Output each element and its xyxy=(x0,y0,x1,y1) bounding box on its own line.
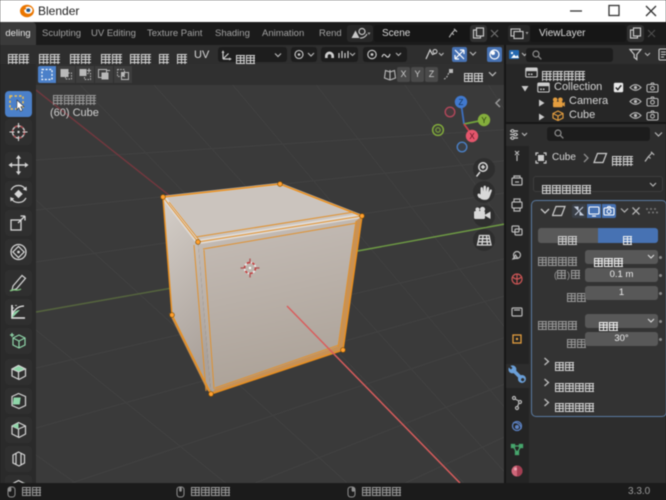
svg-text:Y: Y xyxy=(481,116,487,125)
svg-text:X: X xyxy=(469,132,475,141)
svg-text:Z: Z xyxy=(459,98,464,107)
